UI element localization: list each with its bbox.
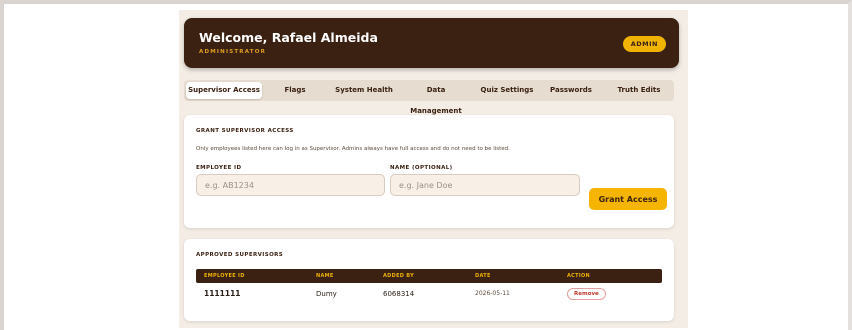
cell-added-by: 6068314	[383, 290, 415, 298]
employee-id-input[interactable]	[196, 174, 385, 196]
tab-system-health[interactable]: System Health	[334, 80, 394, 101]
grant-access-button[interactable]: Grant Access	[589, 188, 667, 210]
column-date: DATE	[475, 273, 491, 279]
tab-quiz-settings[interactable]: Quiz Settings	[478, 80, 536, 101]
tab-data-management[interactable]: Data Management	[400, 80, 472, 115]
employee-id-label: EMPLOYEE ID	[196, 165, 242, 171]
tab-bar: Supervisor Access Flags System Health Da…	[184, 80, 674, 115]
welcome-title: Welcome, Rafael Almeida	[199, 30, 378, 45]
tab-truth-edits[interactable]: Truth Edits	[612, 80, 666, 101]
grant-description: Only employees listed here can log in as…	[196, 146, 510, 152]
approved-supervisors-card: APPROVED SUPERVISORS EMPLOYEE ID NAME AD…	[184, 239, 674, 321]
column-name: NAME	[316, 273, 334, 279]
tab-flags[interactable]: Flags	[270, 80, 320, 101]
grant-access-card: GRANT SUPERVISOR ACCESS Only employees l…	[184, 115, 674, 228]
column-employee-id: EMPLOYEE ID	[204, 273, 245, 279]
grant-section-title: GRANT SUPERVISOR ACCESS	[196, 128, 294, 134]
name-label: NAME (OPTIONAL)	[390, 165, 453, 171]
column-added-by: ADDED BY	[383, 273, 415, 279]
tab-passwords[interactable]: Passwords	[546, 80, 596, 101]
cell-date: 2026-05-11	[475, 290, 510, 297]
table-row: 1111111 Dumy 6068314 2026-05-11 Remove	[196, 283, 662, 305]
tab-supervisor-access[interactable]: Supervisor Access	[186, 82, 262, 99]
cell-employee-id: 1111111	[204, 289, 241, 298]
name-input[interactable]	[390, 174, 580, 196]
admin-badge: ADMIN	[622, 36, 666, 52]
cell-name: Dumy	[316, 290, 337, 298]
remove-button[interactable]: Remove	[567, 288, 606, 300]
table-header: EMPLOYEE ID NAME ADDED BY DATE ACTION	[196, 269, 662, 283]
welcome-header: Welcome, Rafael Almeida ADMINISTRATOR AD…	[184, 18, 679, 68]
supervisors-table: EMPLOYEE ID NAME ADDED BY DATE ACTION 11…	[196, 269, 662, 305]
approved-section-title: APPROVED SUPERVISORS	[196, 252, 284, 258]
admin-page: Welcome, Rafael Almeida ADMINISTRATOR AD…	[179, 10, 688, 328]
column-action: ACTION	[567, 273, 591, 279]
role-label: ADMINISTRATOR	[199, 49, 267, 55]
